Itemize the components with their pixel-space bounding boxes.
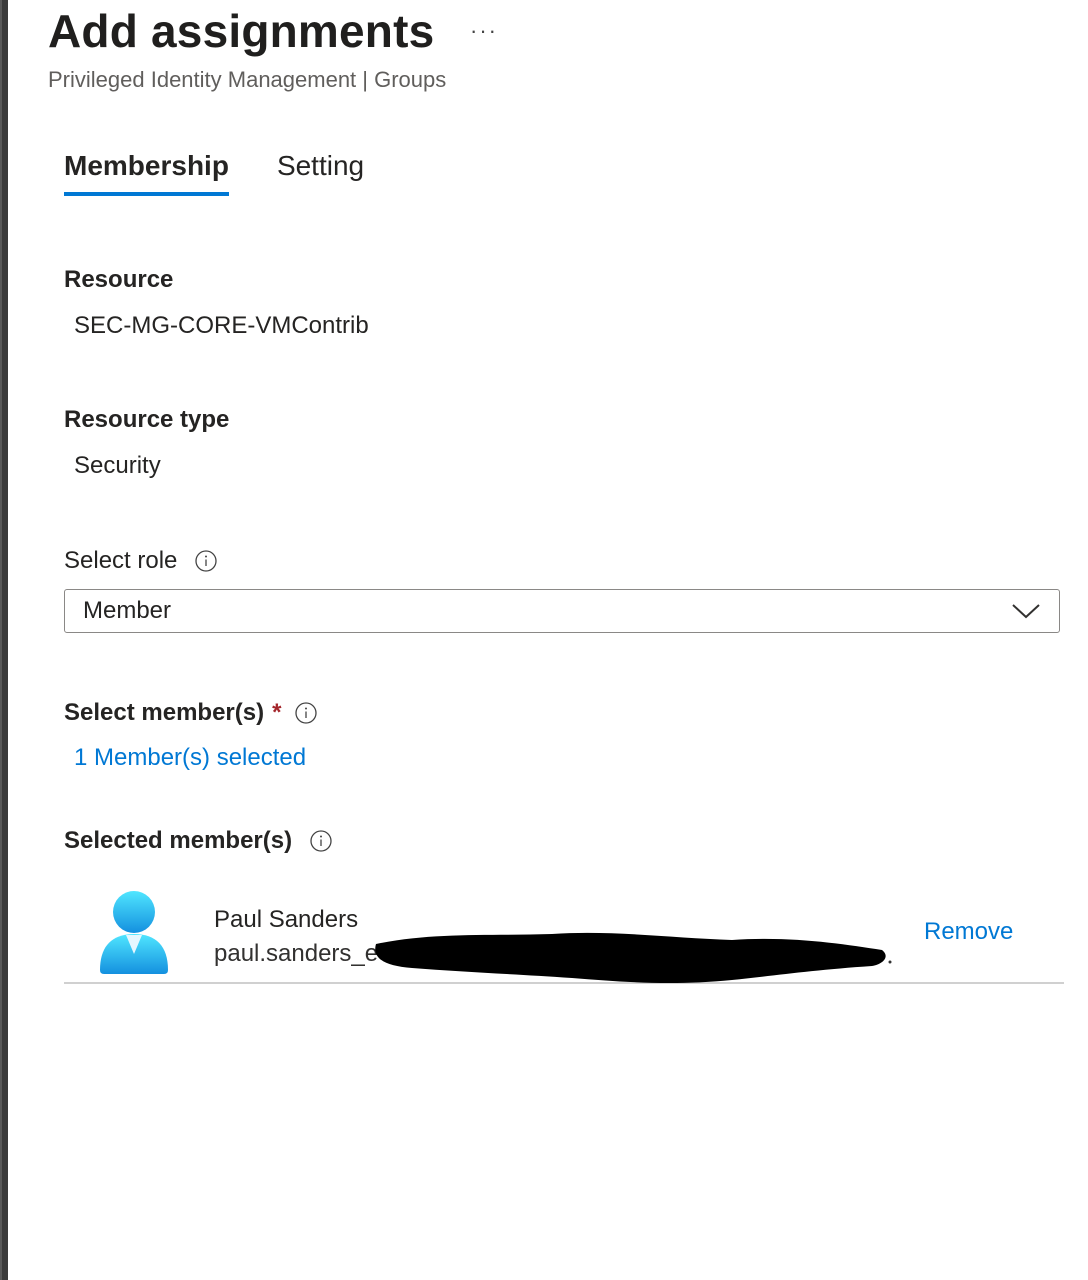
resource-label: Resource <box>64 266 173 294</box>
chevron-down-icon <box>1011 602 1041 620</box>
info-icon[interactable] <box>295 702 318 724</box>
selected-members-label-text: Selected member(s) <box>64 827 293 854</box>
page-title: Add assignments <box>48 5 435 57</box>
tab-setting[interactable]: Setting <box>277 150 364 196</box>
left-window-edge <box>0 0 8 1280</box>
required-asterisk: * <box>272 699 282 726</box>
select-members-label-text: Select member(s) <box>64 699 265 726</box>
resource-label-text: Resource <box>64 266 174 293</box>
remove-member-button[interactable]: Remove <box>924 918 1013 946</box>
selected-members-label: Selected member(s) <box>64 827 332 855</box>
select-role-label-text: Select role <box>64 547 178 574</box>
select-role-label: Select role <box>64 547 218 575</box>
resource-type-value: Security <box>74 452 161 479</box>
resource-type-label: Resource type <box>64 406 229 434</box>
resource-type-label-text: Resource type <box>64 406 230 433</box>
user-avatar-icon <box>96 890 172 974</box>
role-dropdown-value: Member <box>83 597 172 624</box>
resource-value: SEC-MG-CORE-VMContrib <box>74 312 369 339</box>
info-icon[interactable] <box>195 550 218 572</box>
breadcrumb-subtitle: Privileged Identity Management | Groups <box>48 67 447 92</box>
member-email: paul.sanders_e <box>214 940 379 967</box>
tab-membership[interactable]: Membership <box>64 150 229 196</box>
role-dropdown[interactable]: Member <box>64 589 1060 633</box>
redaction-scribble <box>372 928 892 990</box>
select-members-label: Select member(s) * <box>64 699 318 727</box>
tab-bar: Membership Setting <box>64 150 364 196</box>
selected-member-row: Paul Sanders paul.sanders_e Remove <box>64 888 1064 984</box>
member-name: Paul Sanders <box>214 906 359 933</box>
members-selected-link[interactable]: 1 Member(s) selected <box>74 744 306 772</box>
info-icon[interactable] <box>310 830 332 852</box>
more-options-button[interactable]: ··· <box>470 18 498 44</box>
